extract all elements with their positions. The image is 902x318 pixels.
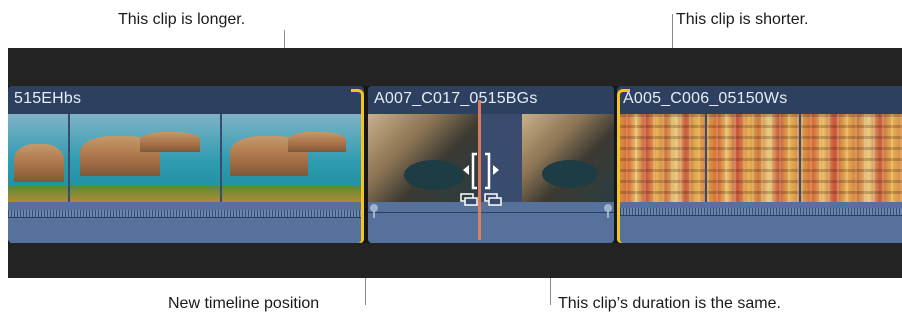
roll-edit-cursor-icon — [460, 152, 502, 206]
filmstrip-frame — [522, 114, 614, 202]
clip-header: A005_C006_05150Ws — [617, 86, 902, 114]
clip-header: A007_C017_0515BGs — [368, 86, 614, 114]
filmstrip-frame — [8, 114, 68, 202]
audio-marker-icon — [604, 204, 612, 218]
filmstrip-frame — [222, 114, 364, 202]
timeline-clip-1[interactable]: 515EHbs — [8, 86, 364, 243]
audio-marker-icon — [370, 204, 378, 218]
filmstrip-frame — [617, 114, 705, 202]
timeline-clip-3[interactable]: A005_C006_05150Ws — [617, 86, 902, 243]
clip-audio-waveform — [617, 202, 902, 243]
clip-filmstrip — [8, 114, 364, 202]
clip-name: 515EHbs — [14, 90, 82, 107]
filmstrip-frame — [801, 114, 902, 202]
clip-header: 515EHbs — [8, 86, 364, 114]
callout-clip-shorter: This clip is shorter. — [676, 11, 809, 28]
clip-filmstrip — [617, 114, 902, 202]
callout-duration-same: This clip’s duration is the same. — [558, 295, 781, 312]
callout-clip-longer: This clip is longer. — [118, 11, 246, 28]
clip-name: A005_C006_05150Ws — [623, 90, 788, 107]
trim-selection-right-edge[interactable] — [351, 89, 364, 243]
filmstrip-frame — [707, 114, 799, 202]
filmstrip-frame — [70, 114, 220, 202]
callout-new-timeline-position: New timeline position — [168, 295, 320, 312]
trim-selection-left-edge[interactable] — [617, 89, 630, 243]
clip-name: A007_C017_0515BGs — [374, 90, 538, 107]
clip-audio-waveform — [8, 202, 364, 243]
